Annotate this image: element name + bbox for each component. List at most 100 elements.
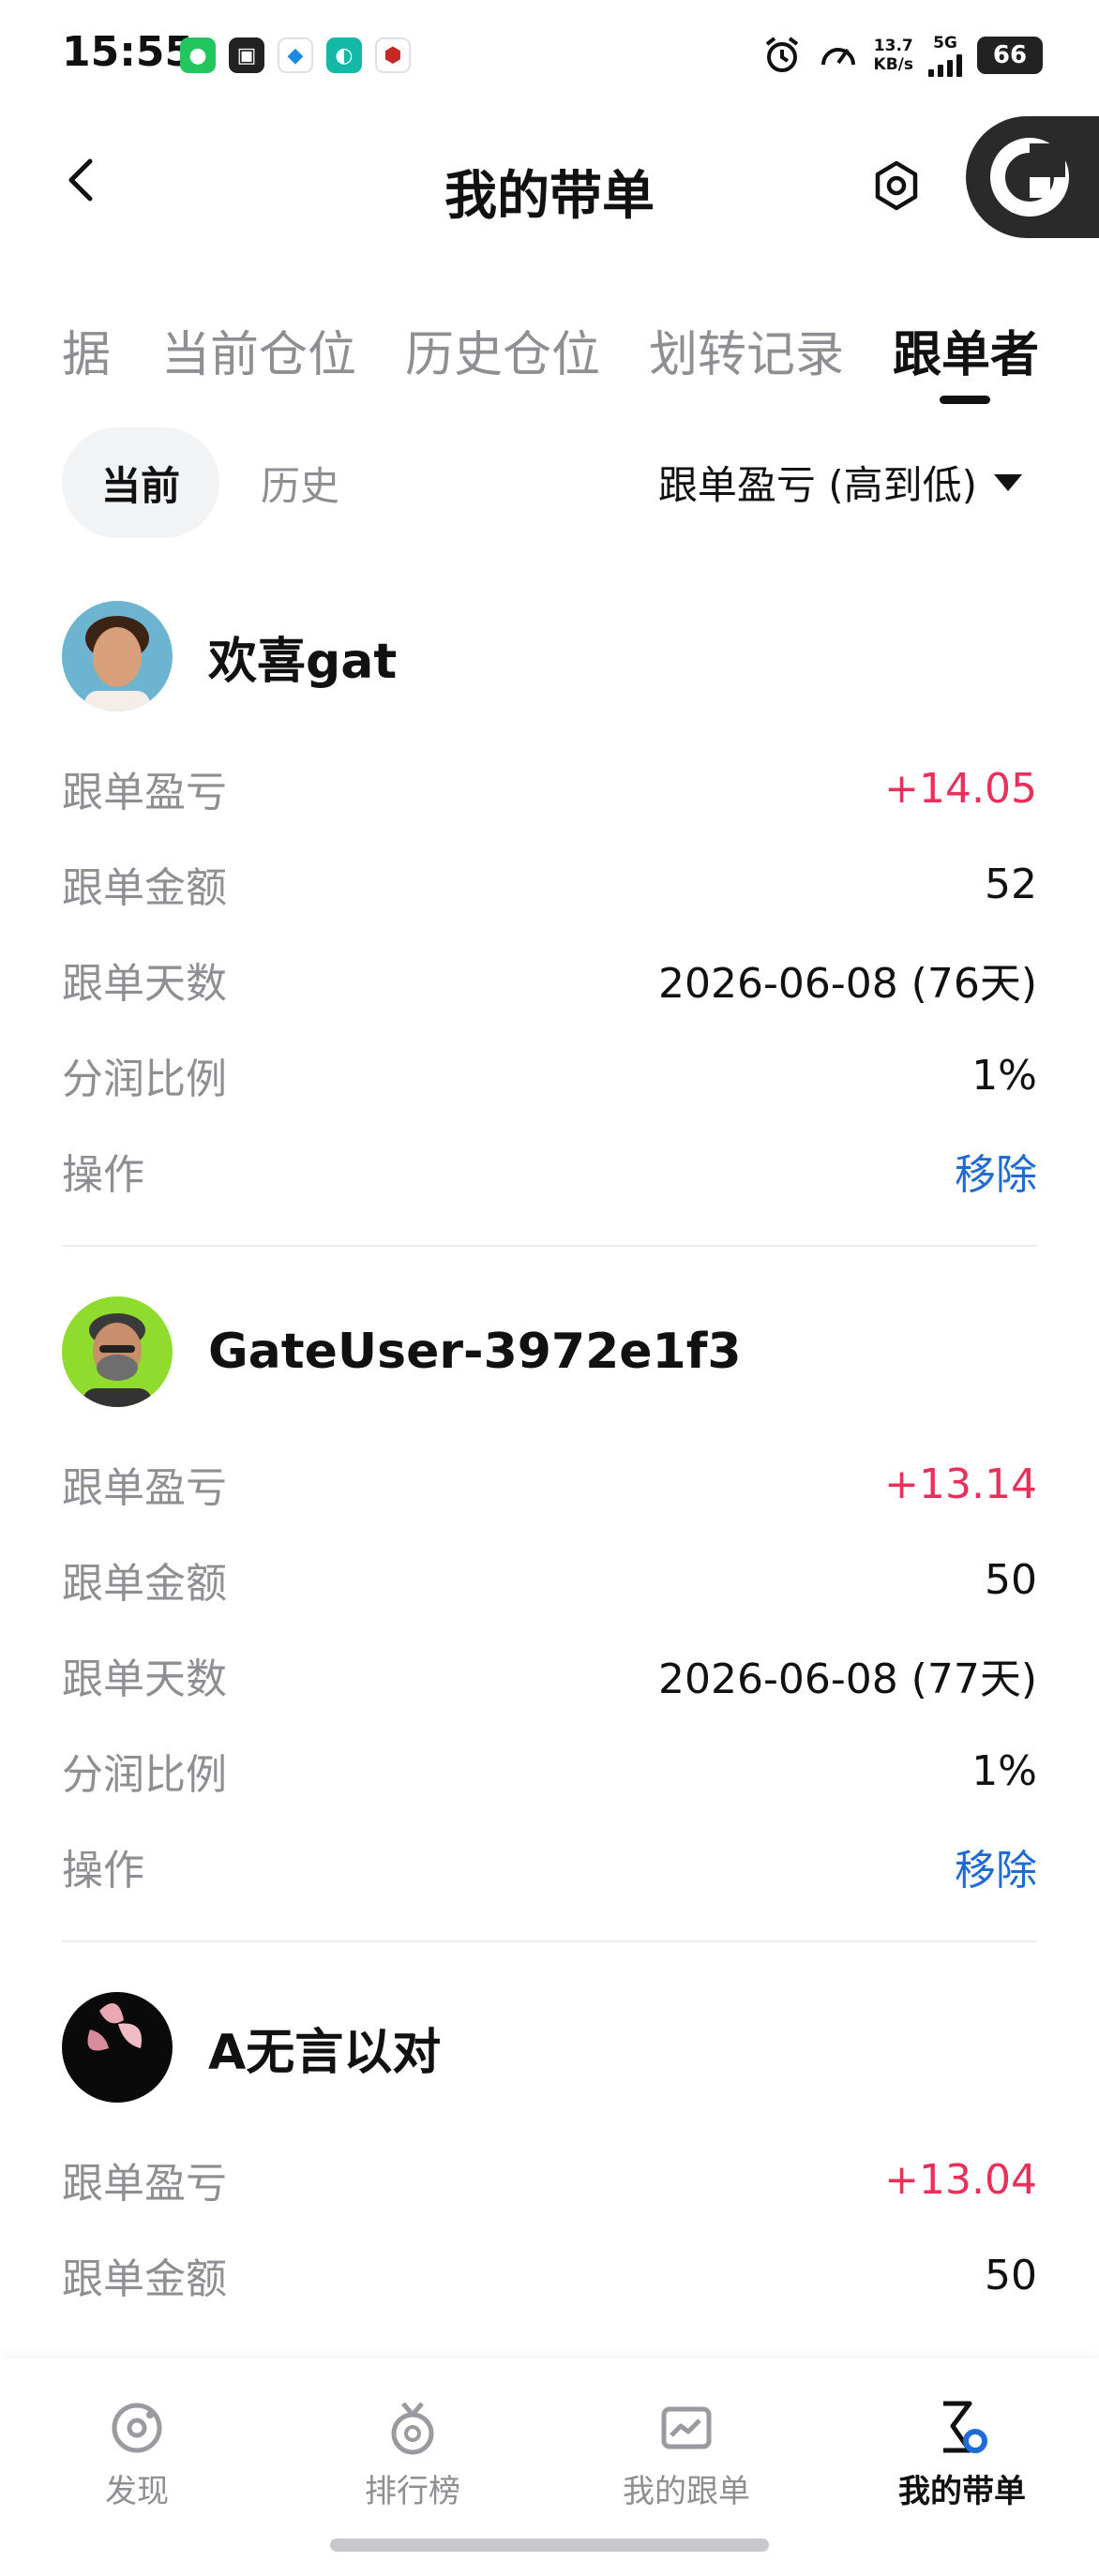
cloud-app-icon: ◆ [278, 37, 313, 73]
tab-current-positions[interactable]: 当前仓位 [161, 315, 356, 385]
follower-card: GateUser-3972e1f3 跟单盈亏 +13.14 跟单金额 50 跟单… [62, 1277, 1037, 1972]
detail-label: 操作 [62, 1151, 144, 1199]
detail-row-amount: 跟单金额 52 [62, 836, 1037, 932]
nav-my-copy[interactable]: 我的跟单 [593, 2398, 780, 2511]
detail-row-days: 跟单天数 2026-06-08 (76天) [62, 932, 1037, 1027]
share-value: 1% [971, 1746, 1037, 1795]
amount-value: 50 [985, 2251, 1037, 2299]
follower-card: 欢喜gat 跟单盈亏 +14.05 跟单金额 52 跟单天数 2026-06-0… [62, 581, 1037, 1277]
days-value: 2026-06-08 (76天) [657, 960, 1037, 1008]
detail-row-share: 分润比例 1% [62, 1027, 1037, 1123]
status-indicators: 13.7 KB/s 5G 66 [761, 34, 1043, 77]
nav-discover[interactable]: 发现 [43, 2398, 231, 2511]
nav-my-lead[interactable]: 我的带单 [868, 2398, 1056, 2511]
follower-header: GateUser-3972e1f3 [62, 1295, 742, 1408]
detail-label: 跟单盈亏 [62, 1464, 227, 1512]
header: 我的带单 [0, 112, 1099, 253]
home-indicator [330, 2539, 769, 2552]
network-type: 5G [933, 34, 957, 52]
follower-header: 欢喜gat [62, 600, 397, 712]
tab-bar: 据 当前仓位 历史仓位 划转记录 跟单者 [0, 300, 1099, 412]
settings-icon[interactable] [870, 159, 923, 212]
detail-label: 跟单金额 [62, 864, 227, 912]
detail-label: 跟单金额 [62, 2255, 227, 2303]
detail-row-share: 分润比例 1% [62, 1723, 1037, 1819]
signal-group: 5G [928, 34, 962, 77]
divider [62, 1940, 1037, 1942]
pnl-value: +13.14 [884, 1460, 1037, 1508]
nav-leaderboard[interactable]: 排行榜 [319, 2398, 506, 2511]
detail-row-amount: 跟单金额 50 [62, 1532, 1037, 1627]
tab-data[interactable]: 据 [62, 315, 111, 385]
amount-value: 50 [985, 1555, 1037, 1604]
follower-header: A无言以对 [62, 1991, 441, 2104]
pnl-value: +13.04 [884, 2155, 1037, 2204]
my-lead-icon [943, 2401, 987, 2453]
tab-active-indicator [940, 396, 990, 404]
avatar [62, 601, 173, 711]
wechat-icon: ● [180, 37, 216, 73]
follower-list: 欢喜gat 跟单盈亏 +14.05 跟单金额 52 跟单天数 2026-06-0… [62, 581, 1037, 2576]
alarm-icon [765, 37, 798, 72]
detail-row-action: 操作 移除 [62, 1123, 1037, 1219]
battery-icon: 66 [977, 37, 1043, 74]
nav-label: 我的带单 [898, 2473, 1026, 2510]
signal-icon [928, 52, 962, 77]
remove-button[interactable]: 移除 [955, 1141, 1037, 1201]
caret-down-icon [994, 473, 1022, 491]
detail-label: 分润比例 [62, 1751, 227, 1799]
remove-button[interactable]: 移除 [955, 1836, 1037, 1896]
page-title: 我的带单 [444, 166, 655, 227]
tab-followers[interactable]: 跟单者 [893, 315, 1039, 385]
detail-label: 跟单盈亏 [62, 769, 227, 816]
my-copy-icon [661, 2406, 712, 2449]
tab-transfer-records[interactable]: 划转记录 [649, 315, 844, 385]
share-value: 1% [971, 1051, 1037, 1100]
detail-row-pnl: 跟单盈亏 +13.14 [62, 1436, 1037, 1532]
status-bar: 15:55 ● ▣ ◆ ◐ ⬢ 13.7 KB/s 5G 66 [0, 0, 1099, 112]
avatar [62, 1296, 173, 1407]
sort-dropdown[interactable]: 跟单盈亏 (高到低) [658, 454, 1022, 511]
detail-label: 操作 [62, 1847, 144, 1895]
filter-row: 当前 历史 跟单盈亏 (高到低) [0, 427, 1099, 540]
nav-label: 发现 [105, 2473, 169, 2510]
avatar [62, 1992, 173, 2103]
detail-row-pnl: 跟单盈亏 +14.05 [62, 741, 1037, 836]
divider [62, 1245, 1037, 1247]
tab-history-positions[interactable]: 历史仓位 [405, 315, 600, 385]
detail-row-action: 操作 移除 [62, 1819, 1037, 1914]
notification-icons: ● ▣ ◆ ◐ ⬢ [180, 37, 411, 73]
history-filter-button[interactable]: 历史 [234, 427, 366, 538]
detail-label: 分润比例 [62, 1056, 227, 1103]
pnl-value: +14.05 [884, 764, 1037, 813]
speed-icon [820, 48, 855, 66]
status-time: 15:55 [62, 28, 194, 76]
nav-label: 排行榜 [365, 2473, 460, 2510]
detail-label: 跟单金额 [62, 1560, 227, 1608]
sort-label: 跟单盈亏 (高到低) [657, 462, 977, 508]
follower-details: 跟单盈亏 +13.04 跟单金额 50 [62, 2132, 1037, 2323]
follower-details: 跟单盈亏 +13.14 跟单金额 50 跟单天数 2026-06-08 (77天… [62, 1436, 1037, 1914]
teal-app-icon: ◐ [326, 37, 362, 73]
amount-value: 52 [985, 860, 1037, 908]
detail-label: 跟单天数 [62, 960, 227, 1008]
detail-label: 跟单天数 [62, 1655, 227, 1703]
days-value: 2026-06-08 (77天) [657, 1655, 1037, 1703]
red-app-icon: ⬢ [375, 37, 411, 73]
net-speed: 13.7 KB/s [873, 37, 913, 74]
follower-name: GateUser-3972e1f3 [208, 1324, 742, 1380]
app-notification-icon: ▣ [229, 37, 264, 73]
leaderboard-icon [391, 2402, 434, 2455]
gate-logo-button[interactable] [966, 116, 1099, 238]
detail-row-days: 跟单天数 2026-06-08 (77天) [62, 1627, 1037, 1723]
detail-row-amount: 跟单金额 50 [62, 2227, 1037, 2323]
gate-logo-icon [990, 138, 1069, 217]
nav-label: 我的跟单 [623, 2473, 750, 2510]
detail-row-pnl: 跟单盈亏 +13.04 [62, 2132, 1037, 2227]
follower-details: 跟单盈亏 +14.05 跟单金额 52 跟单天数 2026-06-08 (76天… [62, 741, 1037, 1219]
discover-icon [112, 2403, 162, 2453]
follower-name: A无言以对 [208, 2024, 442, 2081]
detail-label: 跟单盈亏 [62, 2160, 227, 2208]
follower-name: 欢喜gat [208, 633, 398, 690]
current-filter-button[interactable]: 当前 [62, 427, 219, 538]
